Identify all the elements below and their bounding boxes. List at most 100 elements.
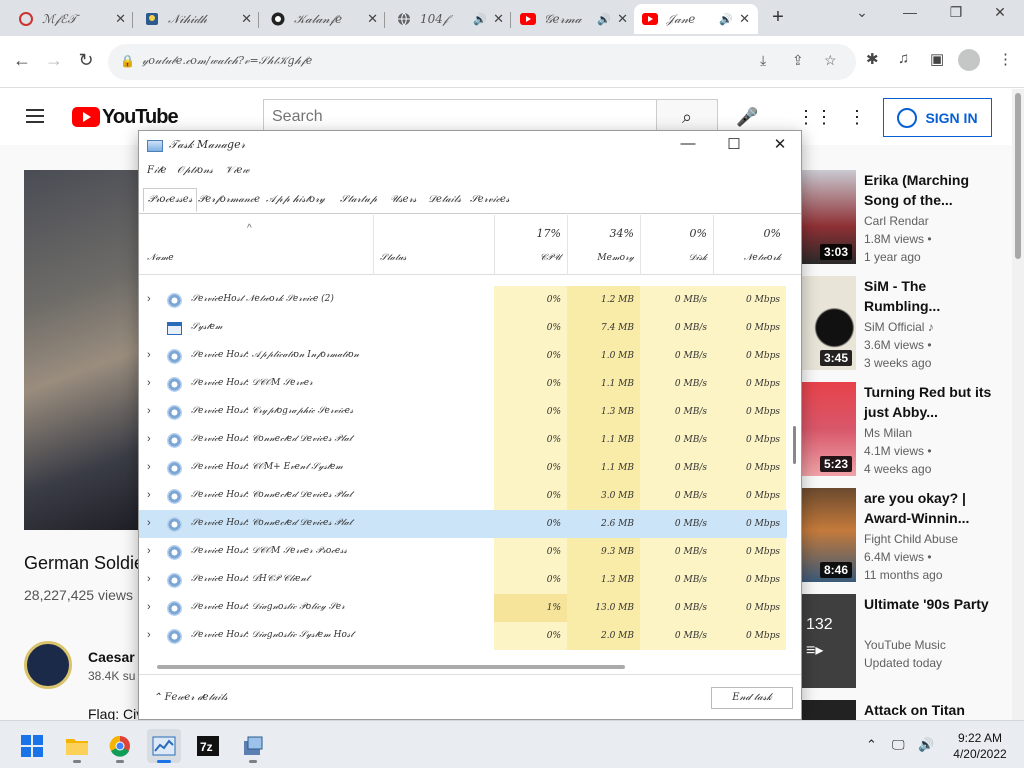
minimize-button[interactable]: — (673, 135, 703, 152)
tab-users[interactable]: 𝒰𝓈𝑒𝓇𝓈 (385, 188, 421, 212)
recommended-channel[interactable]: Ms Milan (864, 426, 912, 440)
expand-chevron-icon[interactable]: › (147, 573, 151, 585)
video-thumbnail[interactable] (802, 700, 856, 720)
install-app-icon[interactable]: ⤓ (760, 52, 766, 69)
process-row[interactable]: › 𝒮𝑒𝓇𝓋𝒾𝒸𝑒 𝐻𝑜𝓈𝓉: 𝒞𝑜𝓃𝓃𝑒𝒸𝓉𝑒𝒹 𝒟𝑒𝓋𝒾𝒸𝑒𝓈 𝒫𝓁𝒶𝓉 0% 1… (139, 426, 787, 454)
recommended-title[interactable]: Erika (Marching Song of the... (864, 170, 994, 210)
youtube-wordmark[interactable]: YouTube (102, 106, 179, 129)
share-icon[interactable]: ⇪ (792, 52, 804, 69)
tab-details[interactable]: 𝒟𝑒𝓉𝒶𝒾𝓁𝓈 (423, 188, 466, 212)
start-button[interactable] (15, 729, 49, 763)
process-row[interactable]: › 𝒮𝑒𝓇𝓋𝒾𝒸𝑒 𝐻𝑜𝓈𝓉: 𝒞𝒪𝑀+ 𝐸𝓋𝑒𝓃𝓉 𝒮𝓎𝓈𝓉𝑒𝓂 0% 1.1 MB… (139, 454, 787, 482)
process-row[interactable]: › 𝒮𝑒𝓇𝓋𝒾𝒸𝑒 𝐻𝑜𝓈𝓉: 𝒟𝒞𝒪𝑀 𝒮𝑒𝓇𝓋𝑒𝓇 𝒫𝓇𝑜𝒸𝑒𝓈𝓈 0% 9.3 … (139, 538, 787, 566)
browser-tab[interactable]: 104𝒻 🔊 ✕ (388, 4, 512, 34)
volume-icon[interactable]: 🔊 (918, 737, 934, 753)
browser-tab[interactable]: 𝒦𝒶𝓁𝒶𝓃𝒻𝑒 ✕ (262, 4, 386, 34)
tab-search-icon[interactable]: ⌄ (848, 4, 876, 21)
sign-in-button[interactable]: SIGN IN (883, 98, 992, 137)
show-hidden-icons[interactable]: ⌃ (866, 737, 877, 753)
mic-icon[interactable]: 🎤 (736, 107, 758, 128)
restore-button[interactable]: ❐ (942, 4, 970, 21)
process-row[interactable]: › 𝒮𝑒𝓇𝓋𝒾𝒸𝑒 𝐻𝑜𝓈𝓉: 𝒟𝒾𝒶𝑔𝓃𝑜𝓈𝓉𝒾𝒸 𝒮𝓎𝓈𝓉𝑒𝓂 𝐻𝑜𝓈𝓉 0% 2… (139, 622, 787, 650)
page-scrollbar[interactable] (1012, 89, 1024, 720)
expand-chevron-icon[interactable]: › (147, 433, 151, 445)
col-status-header[interactable]: 𝒮𝓉𝒶𝓉𝓊𝓈 (373, 215, 494, 275)
fewer-details-button[interactable]: ⌃ 𝐹𝑒𝓌𝑒𝓇 𝒹𝑒𝓉𝒶𝒾𝓁𝓈 (153, 692, 228, 703)
lock-icon[interactable]: 🔒 (120, 54, 135, 68)
recommended-video[interactable]: 3:03 Erika (Marching Song of the... Carl… (802, 170, 1012, 266)
expand-chevron-icon[interactable]: › (147, 545, 151, 557)
recommended-channel[interactable]: Carl Rendar (864, 214, 929, 228)
browser-tab-active[interactable]: 𝒥𝒶𝓃𝑒 🔊 ✕ (634, 4, 758, 34)
extensions-icon[interactable]: ✱ (866, 50, 879, 68)
expand-chevron-icon[interactable]: › (147, 377, 151, 389)
bookmark-star-icon[interactable]: ☆ (824, 52, 837, 69)
process-row[interactable]: › 𝒮𝑒𝓇𝓋𝒾𝒸𝑒 𝐻𝑜𝓈𝓉: 𝒟𝐻𝒞𝒫 𝒞𝓁𝒾𝑒𝓃𝓉 0% 1.3 MB 0 MB/s… (139, 566, 787, 594)
menu-view[interactable]: 𝒱𝒾𝑒𝓌 (225, 165, 249, 176)
recommended-playlist[interactable]: 132 ≡▸ Ultimate '90s Party YouTube Music… (802, 594, 1012, 690)
recommended-title[interactable]: Ultimate '90s Party (864, 594, 994, 614)
media-controls-icon[interactable]: ♫ (898, 50, 909, 67)
recommended-video[interactable]: 3:45 SiM - The Rumbling... SiM Official … (802, 276, 1012, 372)
recommended-channel[interactable]: YouTube Music (864, 638, 946, 652)
menu-options[interactable]: 𝒪𝓅𝓉𝒾𝑜𝓃𝓈 (177, 165, 213, 176)
col-network-header[interactable]: 0% 𝒩𝑒𝓉𝓌𝑜𝓇𝓀 (713, 215, 787, 275)
youtube-logo-icon[interactable] (72, 107, 100, 127)
forward-button[interactable]: → (42, 48, 66, 72)
process-row[interactable]: › 𝒮𝑒𝓇𝓋𝒾𝒸𝑒 𝐻𝑜𝓈𝓉: 𝒟𝒾𝒶𝑔𝓃𝑜𝓈𝓉𝒾𝒸 𝒫𝑜𝓁𝒾𝒸𝓎 𝒮𝑒𝓇 1% 13… (139, 594, 787, 622)
close-icon[interactable]: ✕ (367, 11, 378, 27)
close-icon[interactable]: ✕ (241, 11, 252, 27)
speaker-icon[interactable]: 🔊 (719, 13, 733, 26)
speaker-icon[interactable]: 🔊 (473, 13, 487, 26)
process-row[interactable]: › 𝒮𝑒𝓇𝓋𝒾𝒸𝑒 𝐻𝑜𝓈𝓉: 𝒞𝓇𝓎𝓅𝓉𝑜𝑔𝓇𝒶𝓅𝒽𝒾𝒸 𝒮𝑒𝓇𝓋𝒾𝒸𝑒𝓈 0% 1… (139, 398, 787, 426)
col-disk-header[interactable]: 0% 𝒟𝒾𝓈𝓀 (640, 215, 713, 275)
browser-tab[interactable]: 𝒢𝑒𝓇𝓂𝒶 🔊 ✕ (512, 4, 636, 34)
expand-chevron-icon[interactable]: › (147, 629, 151, 641)
tab-services[interactable]: 𝒮𝑒𝓇𝓋𝒾𝒸𝑒𝓈 (465, 188, 515, 212)
close-button[interactable]: ✕ (765, 135, 795, 153)
channel-avatar[interactable] (24, 641, 72, 689)
tab-startup[interactable]: 𝒮𝓉𝒶𝓇𝓉𝓊𝓅 (335, 188, 382, 212)
menu-icon[interactable] (26, 109, 44, 123)
col-memory-header[interactable]: 34% 𝑀𝑒𝓂𝑜𝓇𝓎 (567, 215, 640, 275)
address-bar[interactable]: 🔒 𝓎𝑜𝓊𝓉𝓊𝒷𝑒.𝒸𝑜𝓂/𝓌𝒶𝓉𝒸𝒽?𝓋=𝒮𝒽𝓉𝒦𝑔𝒽𝒻𝑒 ⤓ ⇪ ☆ (108, 44, 856, 80)
speaker-icon[interactable]: 🔊 (597, 13, 611, 26)
installer-button[interactable] (236, 729, 270, 763)
expand-chevron-icon[interactable]: › (147, 349, 151, 361)
end-task-button[interactable]: 𝐸𝓃𝒹 𝓉𝒶𝓈𝓀 (711, 687, 793, 709)
video-thumbnail[interactable]: 8:46 (802, 488, 856, 582)
menu-file[interactable]: 𝐹𝒾𝓁𝑒 (147, 165, 166, 176)
apps-grid-icon[interactable]: ⋮⋮ (797, 107, 833, 128)
tab-performance[interactable]: 𝒫𝑒𝓇𝒻𝑜𝓇𝓂𝒶𝓃𝒸𝑒 (193, 188, 265, 212)
minimize-button[interactable]: — (896, 4, 924, 20)
chrome-button[interactable] (103, 729, 137, 763)
7zip-button[interactable]: 7z (191, 729, 225, 763)
network-icon[interactable]: 🖵 (892, 737, 905, 753)
close-icon[interactable]: ✕ (617, 11, 628, 27)
close-icon[interactable]: ✕ (493, 11, 504, 27)
process-row[interactable]: › 𝒮𝑒𝓇𝓋𝒾𝒸𝑒 𝐻𝑜𝓈𝓉: 𝒜𝓅𝓅𝓁𝒾𝒸𝒶𝓉𝒾𝑜𝓃 𝐼𝓃𝒻𝑜𝓇𝓂𝒶𝓉𝒾𝑜𝓃 0%… (139, 342, 787, 370)
process-row[interactable]: › 𝒮𝑒𝓇𝓋𝒾𝒸𝑒𝐻𝑜𝓈𝓉 𝒩𝑒𝓉𝓌𝑜𝓇𝓀 𝒮𝑒𝓇𝓋𝒾𝒸𝑒 (2) 0% 1.2 MB… (139, 286, 787, 314)
expand-chevron-icon[interactable]: › (147, 405, 151, 417)
close-window-button[interactable]: ✕ (986, 4, 1014, 21)
task-manager-button[interactable] (147, 729, 181, 763)
process-row[interactable]: › 𝒮𝑒𝓇𝓋𝒾𝒸𝑒 𝐻𝑜𝓈𝓉: 𝒞𝑜𝓃𝓃𝑒𝒸𝓉𝑒𝒹 𝒟𝑒𝓋𝒾𝒸𝑒𝓈 𝒫𝓁𝒶𝓉 0% 2… (139, 510, 787, 538)
chrome-menu-icon[interactable]: ⋮ (998, 50, 1013, 68)
recommended-title[interactable]: Attack on Titan (864, 700, 994, 720)
recommended-title[interactable]: SiM - The Rumbling... (864, 276, 994, 316)
more-options-icon[interactable]: ⋮ (848, 107, 866, 128)
file-explorer-button[interactable] (60, 729, 94, 763)
playlist-thumbnail[interactable]: 132 ≡▸ (802, 594, 856, 688)
recommended-video[interactable]: Attack on Titan (802, 700, 1012, 720)
expand-chevron-icon[interactable]: › (147, 601, 151, 613)
expand-chevron-icon[interactable]: › (147, 517, 151, 529)
process-row[interactable]: › 𝒮𝑒𝓇𝓋𝒾𝒸𝑒 𝐻𝑜𝓈𝓉: 𝒞𝑜𝓃𝓃𝑒𝒸𝓉𝑒𝒹 𝒟𝑒𝓋𝒾𝒸𝑒𝓈 𝒫𝓁𝒶𝓉 0% 3… (139, 482, 787, 510)
col-name[interactable]: 𝒩𝒶𝓂𝑒 (147, 253, 174, 263)
expand-chevron-icon[interactable]: › (147, 461, 151, 473)
recommended-channel[interactable]: SiM Official ♪ (864, 320, 934, 334)
expand-chevron-icon[interactable]: › (147, 293, 151, 305)
reload-button[interactable]: ↻ (74, 48, 98, 72)
video-thumbnail[interactable]: 5:23 (802, 382, 856, 476)
recommended-video[interactable]: 8:46 are you okay? | Award-Winnin... Fig… (802, 488, 1012, 584)
horizontal-scrollbar[interactable] (139, 661, 787, 673)
